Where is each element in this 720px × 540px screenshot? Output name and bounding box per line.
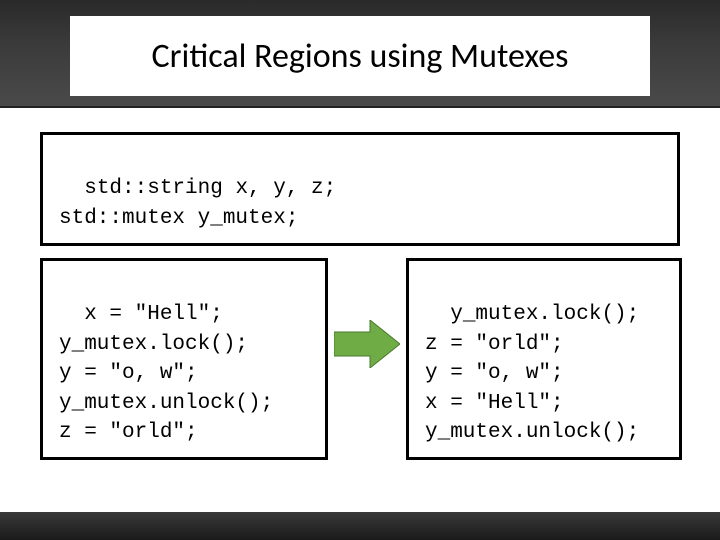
title-text: Critical Regions using Mutexes: [152, 36, 569, 77]
declarations-code: std::string x, y, z; std::mutex y_mutex;: [59, 177, 336, 229]
arrow-icon: [334, 320, 400, 368]
left-code-box: x = "Hell"; y_mutex.lock(); y = "o, w"; …: [40, 258, 328, 460]
right-code-box: y_mutex.lock(); z = "orld"; y = "o, w"; …: [406, 258, 682, 460]
right-code: y_mutex.lock(); z = "orld"; y = "o, w"; …: [425, 303, 639, 444]
arrow-shape: [334, 320, 400, 368]
slide-title: Critical Regions using Mutexes: [70, 16, 650, 96]
footer-band: [0, 512, 720, 540]
left-code: x = "Hell"; y_mutex.lock(); y = "o, w"; …: [59, 303, 273, 444]
declarations-box: std::string x, y, z; std::mutex y_mutex;: [40, 132, 680, 246]
